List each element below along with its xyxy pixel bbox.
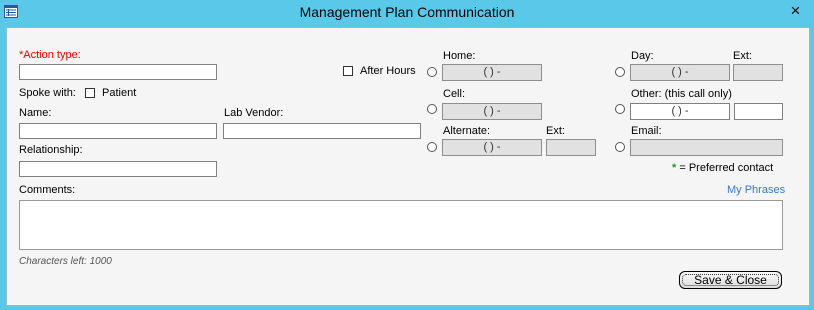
close-icon[interactable]: × (791, 1, 801, 20)
close-button[interactable]: × (777, 1, 814, 22)
home-radio[interactable] (427, 67, 437, 77)
day-ext-field[interactable] (733, 64, 783, 81)
email-field[interactable] (630, 139, 783, 156)
lab-vendor-label: Lab Vendor: (224, 107, 284, 119)
day-ext-label: Ext: (733, 50, 752, 62)
home-phone-field[interactable]: ( ) - (442, 64, 542, 81)
email-radio[interactable] (615, 142, 625, 152)
alternate-ext-field[interactable] (546, 139, 596, 156)
other-ext-field[interactable] (734, 103, 783, 120)
alternate-radio[interactable] (427, 142, 437, 152)
after-hours-checkbox[interactable] (343, 66, 353, 76)
day-radio[interactable] (615, 67, 625, 77)
other-phone-field[interactable]: ( ) - (630, 103, 730, 120)
name-input[interactable] (19, 123, 217, 139)
other-radio[interactable] (615, 104, 625, 114)
relationship-input[interactable] (19, 161, 217, 177)
email-label: Email: (631, 125, 662, 137)
save-close-button[interactable]: Save & Close (679, 271, 782, 289)
day-phone-field[interactable]: ( ) - (630, 64, 730, 81)
day-label: Day: (631, 50, 654, 62)
home-label: Home: (443, 50, 476, 62)
lab-vendor-input[interactable] (223, 123, 421, 139)
action-type-label: *Action type: (19, 49, 81, 61)
spoke-with-label: Spoke with: (19, 87, 76, 99)
relationship-label: Relationship: (19, 144, 83, 156)
preferred-contact-legend: * = Preferred contact (672, 162, 774, 174)
characters-left: Characters left: 1000 (19, 256, 112, 267)
comments-label: Comments: (19, 184, 76, 196)
preferred-star-icon: * (672, 162, 677, 174)
alternate-ext-label: Ext: (546, 125, 565, 137)
cell-label: Cell: (443, 88, 466, 100)
cell-radio[interactable] (427, 104, 437, 114)
comments-textarea[interactable] (19, 200, 783, 250)
alternate-label: Alternate: (443, 125, 491, 137)
alternate-phone-field[interactable]: ( ) - (442, 139, 542, 156)
window-title: Management Plan Communication (299, 4, 515, 20)
action-type-input[interactable] (19, 64, 217, 80)
name-label: Name: (19, 107, 52, 119)
my-phrases-link[interactable]: My Phrases (727, 184, 785, 197)
other-label: Other: (this call only) (631, 88, 732, 100)
after-hours-label: After Hours (360, 65, 416, 77)
cell-phone-field[interactable]: ( ) - (442, 103, 542, 120)
patient-label: Patient (102, 87, 137, 99)
patient-checkbox[interactable] (85, 88, 95, 98)
